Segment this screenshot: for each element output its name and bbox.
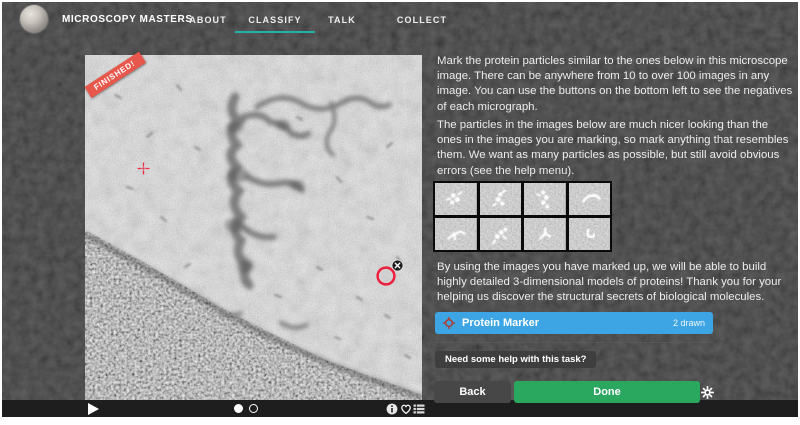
micrograph-image[interactable] [85,55,422,400]
done-button[interactable]: Done [514,381,700,403]
page: MICROSCOPY MASTERS ABOUT CLASSIFY TALK C… [0,0,800,425]
nav-item-collect[interactable]: COLLECT [394,0,450,40]
play-icon[interactable] [88,403,99,415]
delete-marker-button[interactable] [391,259,404,272]
slide-dot-outline[interactable] [249,404,258,413]
slide-dot-filled[interactable] [234,404,243,413]
gear-icon[interactable] [701,386,714,399]
example-particle [524,218,566,250]
example-particle [568,218,610,250]
instruction-paragraph-1: Mark the protein particles similar to th… [437,55,793,113]
example-particle [524,183,566,215]
marker-tool-label: Protein Marker [462,317,540,329]
active-tab-underline [235,31,315,33]
protein-marker-crosshair[interactable] [137,162,150,175]
example-particle [435,218,477,250]
back-button[interactable]: Back [434,381,511,403]
protein-marker-tool-button[interactable]: Protein Marker 2 drawn [435,312,713,334]
example-particle [479,183,521,215]
panel-divider [435,342,713,343]
nav-item-talk[interactable]: TALK [322,0,362,40]
crosshair-circle-icon [443,317,455,329]
example-particle [435,183,477,215]
info-icon[interactable] [386,403,398,415]
example-particles-grid [433,181,612,252]
nav-item-classify[interactable]: CLASSIFY [233,0,317,40]
metadata-icon[interactable] [413,403,425,415]
nav-item-about[interactable]: ABOUT [178,0,238,40]
project-title[interactable]: MICROSCOPY MASTERS [62,0,193,40]
micrograph-render [85,55,422,400]
heart-icon[interactable] [400,403,412,415]
marker-drawn-count: 2 drawn [672,318,705,328]
example-particle [479,218,521,250]
instruction-paragraph-2: The particles in the images below are mu… [437,119,789,177]
help-button[interactable]: Need some help with this task? [435,351,597,368]
project-avatar[interactable] [20,5,48,33]
instruction-paragraph-3: By using the images you have marked up, … [437,261,782,304]
example-particle [568,183,610,215]
